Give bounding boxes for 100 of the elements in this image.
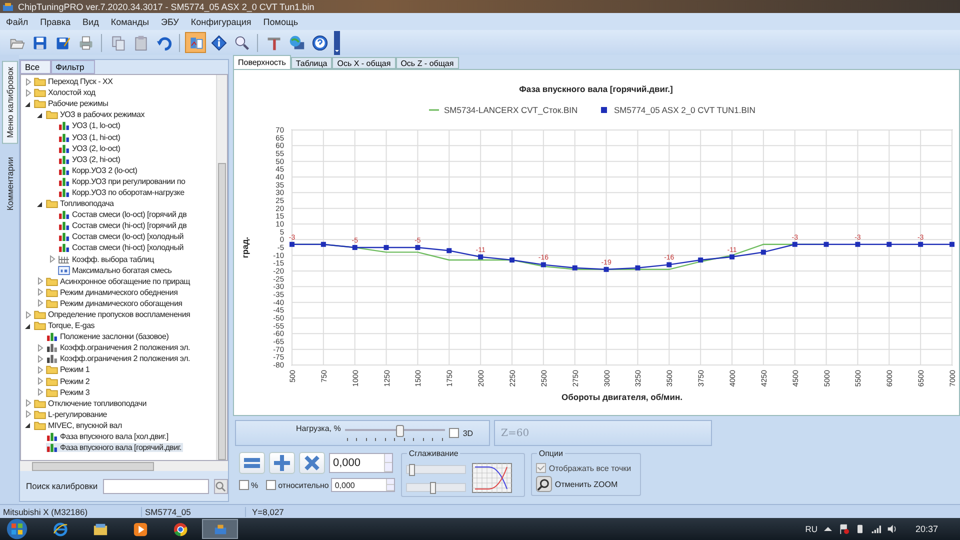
- expanded-arrow-icon[interactable]: [36, 200, 44, 208]
- view-tab[interactable]: Ось X - общая: [332, 57, 396, 69]
- tree-item[interactable]: Переход Пуск - XX: [34, 77, 114, 86]
- expanded-arrow-icon[interactable]: [24, 100, 32, 108]
- tree-item[interactable]: Состав смеси (hi-oct) [холодный: [58, 243, 184, 252]
- multiply-button[interactable]: [299, 452, 325, 474]
- tree-item[interactable]: Коэфф.ограничения 2 положения эл.: [46, 354, 191, 364]
- menu-item[interactable]: Файл: [6, 16, 28, 26]
- tree-item[interactable]: Фаза впускного вала [хол.двиг.]: [46, 432, 170, 442]
- tree-item[interactable]: УОЗ в рабочих режимах: [46, 110, 146, 120]
- tree-item[interactable]: Режим 3: [46, 388, 91, 397]
- start-button[interactable]: [6, 518, 28, 540]
- bar-chart-icon: [58, 188, 70, 197]
- collapsed-arrow-icon[interactable]: [36, 288, 44, 296]
- tree-item[interactable]: Фаза впускного вала [горячий.двиг.: [46, 443, 182, 452]
- view-tab[interactable]: Таблица: [290, 57, 332, 69]
- equals-button[interactable]: [239, 452, 265, 474]
- tree-item[interactable]: УОЗ (1, hi-oct): [58, 132, 122, 142]
- folder-icon: [34, 410, 46, 419]
- toolbar-overflow-icon[interactable]: [334, 30, 340, 54]
- tree-item[interactable]: Режим 2: [46, 376, 91, 386]
- menu-item[interactable]: ЭБУ: [160, 16, 179, 26]
- reset-zoom-button[interactable]: [536, 476, 552, 492]
- plus-button[interactable]: [269, 452, 295, 474]
- volume-icon[interactable]: [887, 524, 898, 534]
- horizontal-scrollbar[interactable]: [20, 461, 228, 471]
- view-tab[interactable]: Поверхность: [233, 55, 291, 69]
- checkbox[interactable]: [266, 480, 276, 490]
- collapsed-arrow-icon[interactable]: [36, 377, 44, 386]
- tree-item[interactable]: Состав смеси (hi-oct) [горячий дв: [58, 221, 188, 230]
- tree-item[interactable]: Максимально богатая смесь: [58, 266, 173, 275]
- collapsed-arrow-icon[interactable]: [36, 299, 44, 308]
- tree-item[interactable]: Torque, E-gas: [34, 321, 96, 330]
- menu-item[interactable]: Помощь: [263, 16, 298, 26]
- tree-item[interactable]: Корр.УОЗ 2 (lo-oct): [58, 166, 138, 175]
- side-tab[interactable]: Меню калибровок: [2, 61, 18, 144]
- filter-tab[interactable]: Фильтр: [50, 60, 96, 74]
- tree-item[interactable]: Корр.УОЗ по оборотам-нагрузке: [58, 188, 186, 197]
- tree-item[interactable]: Состав смеси (lo-oct) [горячий дв: [58, 210, 188, 220]
- tree-item[interactable]: УОЗ (1, lo-oct): [58, 121, 122, 130]
- tree-item[interactable]: Асинхронное обогащение по приращ: [46, 276, 191, 286]
- collapsed-arrow-icon[interactable]: [48, 255, 56, 264]
- slider-thumb[interactable]: [396, 425, 404, 437]
- search-button[interactable]: [214, 478, 228, 494]
- view-tab[interactable]: Ось Z - общая: [396, 57, 459, 69]
- tree-item[interactable]: Коэфф. выбора таблиц: [58, 254, 155, 264]
- tree-item[interactable]: УОЗ (2, hi-oct): [58, 154, 122, 164]
- tree-item[interactable]: Холостой ход: [34, 88, 96, 98]
- collapsed-arrow-icon[interactable]: [36, 388, 44, 396]
- menu-item[interactable]: Команды: [110, 16, 149, 26]
- expanded-arrow-icon[interactable]: [24, 322, 32, 330]
- checkbox[interactable]: [239, 480, 249, 490]
- language-indicator[interactable]: RU: [805, 524, 818, 534]
- side-tab[interactable]: Комментарии: [2, 152, 16, 216]
- collapsed-arrow-icon[interactable]: [24, 399, 32, 408]
- tree-item[interactable]: Положение заслонки (базовое): [46, 332, 170, 342]
- data-point: [918, 242, 924, 247]
- search-field[interactable]: [102, 478, 209, 494]
- collapsed-arrow-icon[interactable]: [36, 354, 44, 363]
- tree-item[interactable]: Режим динамического обогащения: [46, 298, 184, 308]
- slider-thumb[interactable]: [408, 464, 415, 476]
- tree-item[interactable]: Определение пропусков воспламенения: [34, 310, 192, 320]
- slider-thumb[interactable]: [430, 482, 436, 494]
- value-field[interactable]: 0,000: [329, 453, 393, 473]
- signal-icon[interactable]: [871, 524, 882, 534]
- bar-chart-icon: [58, 166, 70, 175]
- compare-tool-button[interactable]: [185, 32, 206, 53]
- collapsed-arrow-icon[interactable]: [24, 78, 32, 86]
- tree-item[interactable]: Отключение топливоподачи: [34, 398, 148, 408]
- tree-item[interactable]: Режим динамического обеднения: [46, 288, 179, 297]
- menu-item[interactable]: Конфигурация: [190, 16, 252, 26]
- show-hidden-icons-icon[interactable]: [823, 524, 834, 534]
- tree-item[interactable]: УОЗ (2, lo-oct): [58, 144, 122, 153]
- smoothing-slider[interactable]: [406, 464, 466, 474]
- expanded-arrow-icon[interactable]: [24, 421, 32, 430]
- vertical-scrollbar[interactable]: [216, 75, 227, 460]
- menu-item[interactable]: Правка: [40, 16, 71, 26]
- tree-item[interactable]: L-регулирование: [34, 410, 108, 419]
- collapsed-arrow-icon[interactable]: [36, 344, 44, 352]
- tree-item[interactable]: Коэфф.ограничения 2 положения эл.: [46, 343, 191, 352]
- reset-zoom-label: Отменить ZOOM: [554, 480, 618, 488]
- menu-item[interactable]: Вид: [82, 16, 99, 26]
- battery-icon[interactable]: [855, 524, 866, 534]
- tree-item[interactable]: Топливоподача: [46, 199, 115, 208]
- tree-item[interactable]: Режим 1: [46, 365, 91, 374]
- tree-item[interactable]: Состав смеси (lo-oct) [холодный: [58, 232, 184, 242]
- tree-item[interactable]: MIVEC, впускной вал: [34, 420, 123, 430]
- tree-item[interactable]: Корр.УОЗ при регулировании по: [58, 176, 186, 186]
- collapsed-arrow-icon[interactable]: [36, 277, 44, 286]
- clock[interactable]: 20:37: [915, 524, 938, 534]
- filter-tab[interactable]: Все: [20, 60, 51, 74]
- flag-icon[interactable]: [839, 524, 850, 534]
- bar-chart-icon: [46, 432, 58, 442]
- load-slider[interactable]: [344, 423, 445, 443]
- tree-item[interactable]: Рабочие режимы: [34, 99, 110, 108]
- relative-value-field[interactable]: 0,000: [330, 478, 395, 492]
- smoothing-slider[interactable]: [406, 482, 466, 492]
- expanded-arrow-icon[interactable]: [36, 110, 44, 119]
- collapsed-arrow-icon[interactable]: [36, 366, 44, 374]
- checkbox[interactable]: [448, 428, 459, 438]
